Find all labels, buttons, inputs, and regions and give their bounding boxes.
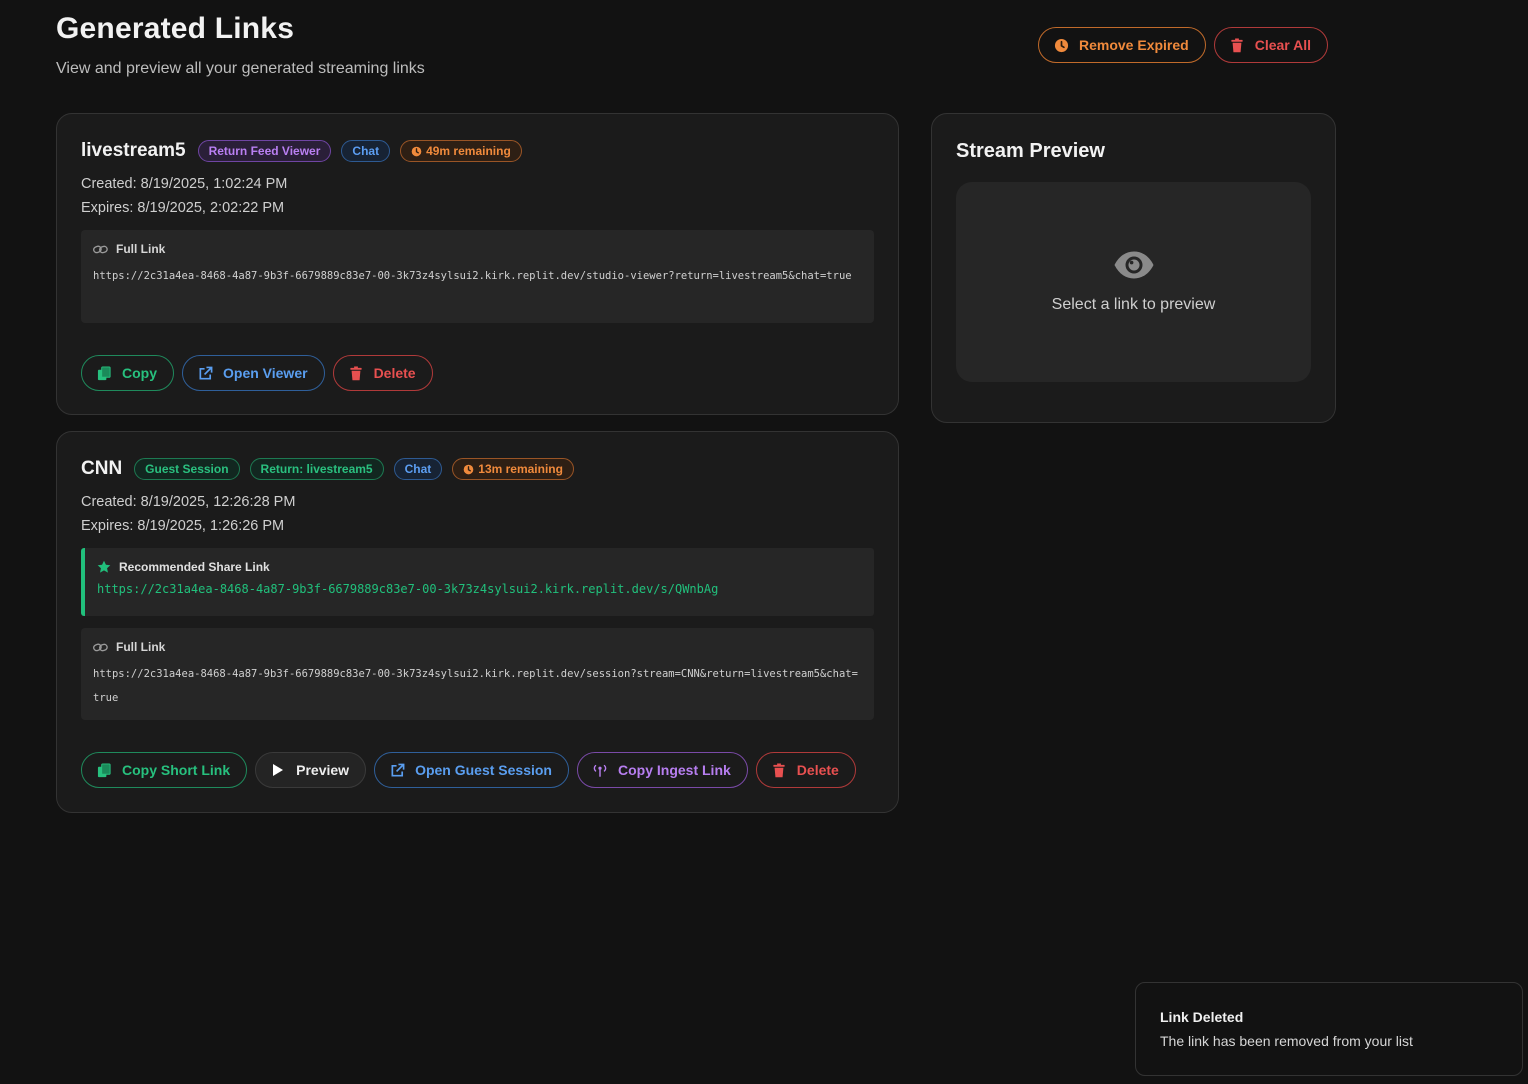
page-subtitle: View and preview all your generated stre…	[56, 60, 425, 77]
open-viewer-button[interactable]: Open Viewer	[182, 355, 325, 391]
open-guest-session-button[interactable]: Open Guest Session	[374, 752, 569, 788]
open-guest-session-label: Open Guest Session	[415, 762, 552, 778]
delete-label: Delete	[796, 762, 839, 778]
clear-all-button[interactable]: Clear All	[1213, 27, 1328, 63]
delete-button[interactable]: Delete	[755, 752, 856, 788]
link-name: CNN	[81, 458, 123, 479]
time-remaining-badge: 13m remaining	[452, 458, 574, 480]
full-link-label: Full Link	[116, 640, 166, 654]
header-actions: Remove Expired Clear All	[1038, 27, 1328, 63]
copy-ingest-link-button[interactable]: Copy Ingest Link	[577, 752, 748, 788]
created-date: Created: 8/19/2025, 12:26:28 PM	[81, 494, 296, 510]
time-remaining-badge: 49m remaining	[400, 140, 522, 162]
open-viewer-label: Open Viewer	[223, 365, 308, 381]
share-link-box: Recommended Share Link https://2c31a4ea-…	[81, 548, 874, 616]
copy-icon	[96, 365, 112, 381]
chat-badge: Chat	[393, 458, 443, 480]
copy-icon	[96, 762, 112, 778]
clock-icon	[463, 464, 474, 475]
card-actions: Copy Open Viewer Delete	[81, 355, 433, 391]
copy-short-link-label: Copy Short Link	[122, 762, 231, 778]
preview-label: Preview	[296, 762, 350, 778]
expires-date: Expires: 8/19/2025, 1:26:26 PM	[81, 518, 285, 534]
delete-label: Delete	[373, 365, 416, 381]
card-header: CNN Guest Session Return: livestream5 Ch…	[81, 458, 574, 480]
copy-ingest-link-label: Copy Ingest Link	[618, 762, 731, 778]
full-link-box: Full Link https://2c31a4ea-8468-4a87-9b3…	[81, 230, 874, 323]
share-link-label: Recommended Share Link	[119, 560, 270, 574]
clock-icon	[411, 146, 422, 157]
toast-title: Link Deleted	[1160, 1009, 1244, 1025]
broadcast-icon	[592, 762, 608, 778]
link-icon	[93, 642, 108, 653]
link-name: livestream5	[81, 140, 186, 161]
type-badge: Guest Session	[134, 458, 240, 480]
clock-icon	[1053, 37, 1069, 53]
stream-preview-panel: Stream Preview Select a link to preview	[931, 113, 1336, 423]
external-link-icon	[197, 365, 213, 381]
preview-placeholder: Select a link to preview	[956, 182, 1311, 382]
link-card-cnn: CNN Guest Session Return: livestream5 Ch…	[56, 431, 899, 813]
share-link-header: Recommended Share Link	[97, 560, 862, 574]
copy-button[interactable]: Copy	[81, 355, 174, 391]
preview-title: Stream Preview	[956, 140, 1105, 162]
toast-notification[interactable]: Link Deleted The link has been removed f…	[1135, 982, 1523, 1076]
time-remaining-text: 13m remaining	[478, 462, 563, 476]
play-icon	[270, 762, 286, 778]
link-card-livestream5: livestream5 Return Feed Viewer Chat 49m …	[56, 113, 899, 415]
link-icon	[93, 244, 108, 255]
delete-button[interactable]: Delete	[332, 355, 433, 391]
full-link-box: Full Link https://2c31a4ea-8468-4a87-9b3…	[81, 628, 874, 720]
page-title: Generated Links	[56, 12, 295, 45]
trash-icon	[1229, 37, 1245, 53]
remove-expired-button[interactable]: Remove Expired	[1038, 27, 1206, 63]
card-actions: Copy Short Link Preview Open Guest Sessi…	[81, 752, 856, 788]
preview-button[interactable]: Preview	[255, 752, 367, 788]
clear-all-label: Clear All	[1254, 37, 1311, 53]
preview-empty-text: Select a link to preview	[1051, 296, 1216, 313]
external-link-icon	[389, 762, 405, 778]
copy-short-link-button[interactable]: Copy Short Link	[81, 752, 248, 788]
return-badge: Return: livestream5	[249, 458, 384, 480]
full-link-header: Full Link	[93, 640, 862, 654]
time-remaining-text: 49m remaining	[426, 144, 511, 158]
eye-icon	[1113, 250, 1155, 280]
copy-label: Copy	[122, 365, 157, 381]
type-badge: Return Feed Viewer	[197, 140, 332, 162]
star-icon	[97, 560, 111, 574]
full-link-header: Full Link	[93, 242, 862, 256]
expires-date: Expires: 8/19/2025, 2:02:22 PM	[81, 200, 285, 216]
card-header: livestream5 Return Feed Viewer Chat 49m …	[81, 140, 522, 162]
toast-message: The link has been removed from your list	[1160, 1033, 1413, 1049]
full-link-url[interactable]: https://2c31a4ea-8468-4a87-9b3f-6679889c…	[93, 662, 862, 710]
trash-icon	[771, 762, 787, 778]
full-link-url[interactable]: https://2c31a4ea-8468-4a87-9b3f-6679889c…	[93, 264, 862, 288]
share-link-url[interactable]: https://2c31a4ea-8468-4a87-9b3f-6679889c…	[97, 582, 862, 596]
remove-expired-label: Remove Expired	[1079, 37, 1189, 53]
trash-icon	[348, 365, 364, 381]
full-link-label: Full Link	[116, 242, 166, 256]
created-date: Created: 8/19/2025, 1:02:24 PM	[81, 176, 288, 192]
chat-badge: Chat	[341, 140, 391, 162]
